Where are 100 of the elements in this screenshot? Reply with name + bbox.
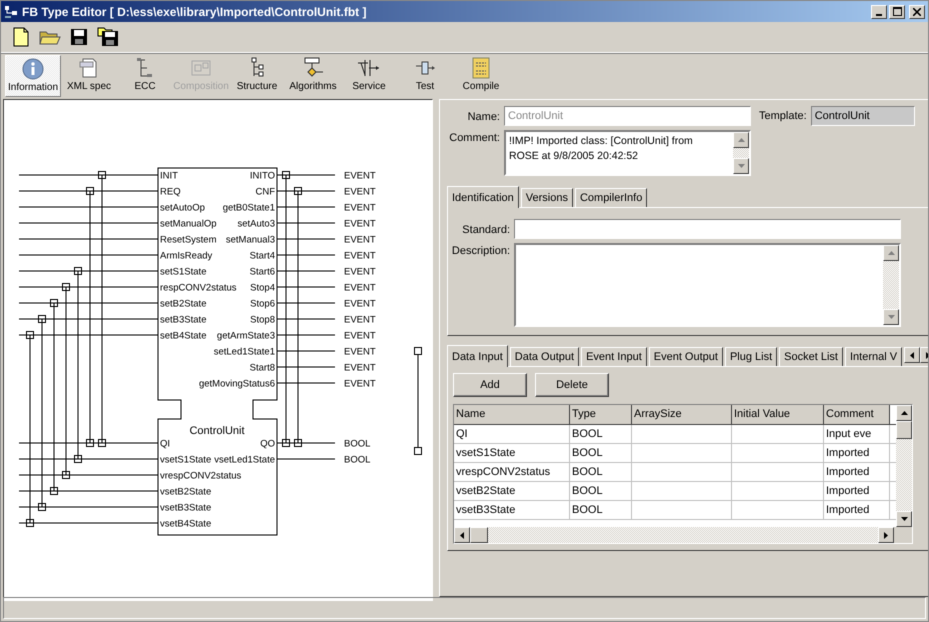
data-output-label: vsetLed1State (214, 454, 275, 466)
scroll-thumb[interactable] (896, 421, 912, 439)
right-arrow-icon[interactable] (884, 532, 888, 538)
event-output-label: setManual3 (226, 234, 275, 246)
wire (276, 302, 336, 304)
template-field[interactable]: ControlUnit (810, 106, 915, 126)
scrollbar[interactable] (454, 527, 894, 543)
column-header[interactable]: Type (570, 405, 632, 424)
type-label: EVENT (344, 346, 376, 358)
view-tab[interactable]: Algorithms (285, 55, 341, 97)
wire (276, 286, 336, 288)
service-icon (357, 57, 381, 79)
type-label: EVENT (344, 282, 376, 294)
tab[interactable]: Data Input (447, 345, 508, 367)
event-input-label: setManualOp (160, 218, 217, 230)
event-output-label: INITO (250, 170, 275, 182)
table-cell: vsetB2State (454, 482, 570, 500)
tab[interactable]: Socket List (779, 347, 843, 366)
type-label: EVENT (344, 234, 376, 246)
data-input-label: vsetB2State (160, 486, 212, 498)
scroll-thumb[interactable] (470, 527, 488, 543)
maximize-button[interactable] (889, 4, 905, 18)
wire (276, 334, 336, 336)
up-arrow-icon[interactable] (900, 411, 908, 415)
type-label: EVENT (344, 186, 376, 198)
column-header[interactable]: Comment (824, 405, 890, 424)
view-tab[interactable]: XML spec (61, 55, 117, 97)
wire (276, 270, 336, 272)
wire (276, 382, 336, 384)
type-label: EVENT (344, 378, 376, 390)
close-icon (913, 8, 921, 16)
type-label: EVENT (344, 314, 376, 326)
event-input-label: respCONV2status (160, 282, 237, 294)
down-arrow-icon[interactable] (900, 517, 908, 521)
app-icon (4, 4, 18, 18)
event-output-label: Start4 (250, 250, 275, 262)
table-cell: QI (454, 425, 570, 443)
tab[interactable]: Plug List (724, 347, 778, 366)
left-arrow-icon[interactable] (460, 532, 464, 538)
wire (276, 350, 336, 352)
action-button[interactable]: Add (453, 373, 527, 397)
column-header[interactable]: ArraySize (632, 405, 732, 424)
event-input-label: REQ (160, 186, 181, 198)
type-label: EVENT (344, 298, 376, 310)
name-field[interactable]: ControlUnit (504, 106, 751, 126)
data-input-label: QI (160, 438, 170, 450)
table-cell: vrespCONV2status (454, 463, 570, 481)
table-cell: BOOL (570, 425, 632, 443)
event-input-label: setB4State (160, 330, 206, 342)
event-input-label: setB3State (160, 314, 206, 326)
event-output-label: getArmState3 (216, 330, 275, 342)
column-header[interactable]: Name (454, 405, 570, 424)
event-input-label: ArmIsReady (160, 250, 212, 262)
event-output-label: Stop6 (250, 298, 275, 310)
close-button[interactable] (909, 4, 925, 18)
tab[interactable]: Versions (520, 188, 573, 207)
scrollbar[interactable] (896, 405, 912, 527)
view-tab[interactable]: Service (341, 55, 397, 97)
type-label: EVENT (344, 202, 376, 214)
action-button[interactable]: Delete (535, 373, 609, 397)
type-label: EVENT (344, 218, 376, 230)
table-cell: BOOL (570, 444, 632, 462)
type-label: EVENT (344, 362, 376, 374)
event-input-label: setB2State (160, 298, 206, 310)
tab[interactable]: CompilerInfo (574, 188, 648, 207)
wire (276, 238, 336, 240)
minimize-button[interactable] (871, 4, 887, 18)
view-tab[interactable]: Compile (453, 55, 509, 97)
wire (276, 318, 336, 320)
view-tab[interactable]: Structure (229, 55, 285, 97)
table-cell: vsetB3State (454, 501, 570, 519)
wire (276, 190, 336, 192)
wire (276, 222, 336, 224)
event-output-label: getB0State1 (222, 202, 275, 214)
data-input-label: vsetB3State (160, 502, 212, 514)
tab[interactable]: Data Output (510, 347, 580, 366)
save-all-icon[interactable] (97, 27, 119, 47)
comment-field[interactable]: !IMP! Imported class: [ControlUnit] from ROSE at 9/8/2005 20:42:52 (504, 130, 751, 176)
wire (276, 366, 336, 368)
type-label: EVENT (344, 330, 376, 342)
view-tab[interactable]: Test (397, 55, 453, 97)
tab[interactable]: Internal V (844, 347, 902, 366)
new-file-icon[interactable] (12, 27, 30, 47)
view-tab[interactable]: ECC (117, 55, 173, 97)
data-input-label: vrespCONV2status (160, 470, 242, 482)
field-label: Name: (466, 110, 500, 123)
tab[interactable]: Event Output (648, 347, 723, 366)
wire (276, 206, 336, 208)
tab[interactable]: Event Input (581, 347, 647, 366)
standard-field[interactable] (514, 219, 901, 239)
save-icon[interactable] (70, 28, 88, 46)
function-block[interactable] (158, 168, 278, 536)
tab[interactable]: Identification (447, 186, 519, 208)
table-cell: BOOL (570, 482, 632, 500)
description-field[interactable] (514, 243, 901, 327)
view-tab[interactable]: Information (5, 55, 61, 97)
column-header[interactable]: Initial Value (732, 405, 824, 424)
event-input-label: setAutoOp (160, 202, 205, 214)
scroll-left-button[interactable] (904, 347, 920, 363)
left-arrow-icon (910, 352, 914, 358)
